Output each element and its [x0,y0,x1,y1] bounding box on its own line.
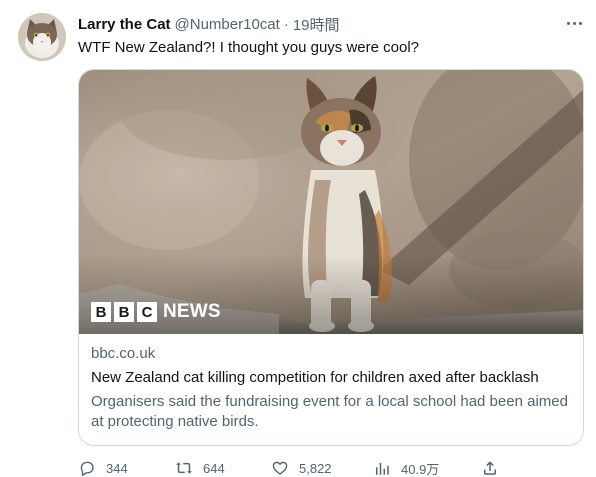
views-count: 40.9万 [401,461,440,477]
like-count: 5,822 [299,460,332,476]
tweet-timestamp[interactable]: 19時間 [293,14,340,35]
tweet[interactable]: Larry the Cat @Number10cat · 19時間 WTF Ne… [0,0,596,477]
reply-count: 344 [106,460,128,476]
views-button[interactable]: 40.9万 [373,457,439,477]
retweet-icon [176,462,192,474]
bbc-letter: C [137,302,157,322]
like-button[interactable]: 5,822 [271,457,332,477]
avatar[interactable] [18,13,66,61]
retweet-button[interactable]: 644 [175,457,225,477]
bbc-news-logo: B B C NEWS [91,301,221,323]
cat-photo [79,70,583,334]
avatar-cat-image [18,13,66,61]
card-domain: bbc.co.uk [91,345,156,362]
card-body[interactable]: bbc.co.uk New Zealand cat killing compet… [91,344,573,432]
news-word: NEWS [163,301,221,322]
author-handle[interactable]: @Number10cat [175,16,280,33]
separator-dot: · [283,15,289,33]
reply-button[interactable]: 344 [78,457,128,477]
retweet-count: 644 [203,460,225,476]
heart-icon [272,461,288,475]
card-image[interactable]: B B C NEWS [79,70,583,334]
reply-icon [80,461,94,476]
bar-chart-icon [376,462,389,475]
card-description: Organisers said the fundraising event fo… [91,393,568,430]
link-card[interactable]: B B C NEWS bbc.co.uk New Zealand cat kil… [78,69,584,446]
more-horizontal-icon[interactable] [562,13,586,33]
action-bar: 344 644 5,822 40.9万 [78,457,578,477]
share-button[interactable] [481,457,509,477]
author-name[interactable]: Larry the Cat [78,16,171,33]
bbc-letter: B [91,302,111,322]
tweet-text: WTF New Zealand?! I thought you guys wer… [78,39,420,56]
share-icon [484,461,496,475]
card-title: New Zealand cat killing competition for … [91,369,539,386]
bbc-letter: B [114,302,134,322]
tweet-header: Larry the Cat @Number10cat · 19時間 [78,14,340,34]
